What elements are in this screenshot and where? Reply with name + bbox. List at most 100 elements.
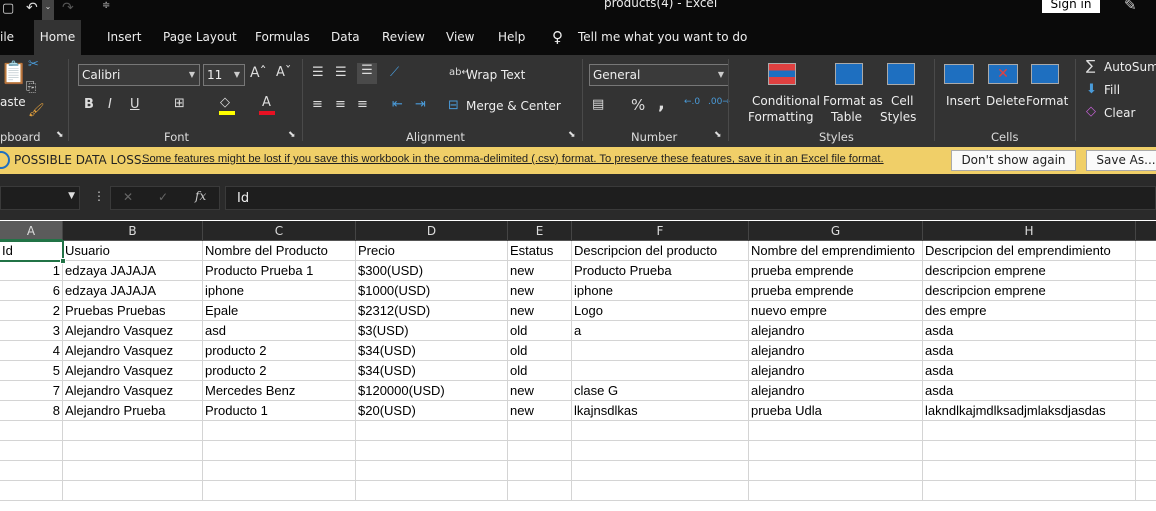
cell[interactable]: iphone (572, 281, 749, 301)
cell[interactable]: Pruebas Pruebas (63, 301, 203, 321)
cell[interactable]: new (508, 301, 572, 321)
align-middle-icon[interactable]: ☰ (335, 65, 347, 80)
cell[interactable]: 7 (0, 381, 63, 401)
number-format-select[interactable]: General ▼ (589, 64, 729, 86)
cell[interactable]: Alejandro Vasquez (63, 321, 203, 341)
cell[interactable]: 2 (0, 301, 63, 321)
dont-show-again-button[interactable]: Don't show again (951, 150, 1076, 171)
cell[interactable]: old (508, 321, 572, 341)
increase-font-icon[interactable]: Aˆ (250, 65, 267, 81)
conditional-formatting-label-1[interactable]: Conditional (752, 94, 820, 108)
column-header-b[interactable]: B (63, 221, 203, 241)
cell[interactable] (356, 461, 508, 481)
cell[interactable]: iphone (203, 281, 356, 301)
cell[interactable]: $300(USD) (356, 261, 508, 281)
cell[interactable] (63, 421, 203, 441)
tell-me-search[interactable]: Tell me what you want to do (578, 20, 747, 55)
column-header-e[interactable]: E (508, 221, 572, 241)
cell[interactable]: Usuario (63, 241, 203, 261)
conditional-formatting-label-2[interactable]: Formatting (748, 110, 814, 124)
cell[interactable]: Producto Prueba (572, 261, 749, 281)
cell[interactable]: prueba emprende (749, 281, 923, 301)
undo-dropdown[interactable]: ⌄ (42, 0, 54, 20)
cell[interactable] (0, 461, 63, 481)
more-icon[interactable]: ⋮ (93, 189, 105, 203)
banner-message-link[interactable]: Some features might be lost if you save … (142, 153, 884, 165)
cell-styles-label-1[interactable]: Cell (891, 94, 913, 108)
format-painter-icon[interactable]: 🖌 (28, 103, 45, 118)
align-top-icon[interactable]: ☰ (312, 65, 324, 80)
cell[interactable]: new (508, 381, 572, 401)
italic-button[interactable]: I (108, 97, 112, 112)
cell[interactable] (1136, 241, 1156, 261)
column-header-g[interactable]: G (749, 221, 923, 241)
format-as-table-label-2[interactable]: Table (831, 110, 862, 124)
cell[interactable] (203, 461, 356, 481)
alignment-launcher-icon[interactable]: ⬊ (568, 130, 576, 140)
tab-home[interactable]: Home (34, 20, 81, 55)
tab-view[interactable]: View (446, 20, 474, 55)
cell[interactable] (356, 441, 508, 461)
cell[interactable] (508, 441, 572, 461)
cell[interactable]: asda (923, 361, 1136, 381)
font-size-select[interactable]: 11 ▼ (203, 64, 245, 86)
cell[interactable]: clase G (572, 381, 749, 401)
cell[interactable] (749, 461, 923, 481)
cell[interactable]: Mercedes Benz (203, 381, 356, 401)
font-name-select[interactable]: Calibri ▼ (78, 64, 200, 86)
cell[interactable]: lkajnsdlkas (572, 401, 749, 421)
cell[interactable]: $34(USD) (356, 361, 508, 381)
cell[interactable] (203, 481, 356, 501)
cell[interactable]: 8 (0, 401, 63, 421)
redo-icon[interactable]: ↷ (62, 0, 74, 16)
cell[interactable]: Logo (572, 301, 749, 321)
cell[interactable] (63, 461, 203, 481)
cell[interactable]: $3(USD) (356, 321, 508, 341)
cell[interactable]: old (508, 341, 572, 361)
paste-button[interactable]: aste (0, 95, 26, 109)
cell[interactable] (572, 481, 749, 501)
cell[interactable] (572, 341, 749, 361)
fill-handle[interactable] (60, 258, 66, 264)
align-center-icon[interactable]: ≡ (335, 97, 346, 112)
cell[interactable] (356, 421, 508, 441)
wrap-text-button[interactable]: Wrap Text (466, 68, 525, 82)
cell[interactable]: descripcion emprene (923, 281, 1136, 301)
tab-help[interactable]: Help (498, 20, 525, 55)
cell[interactable] (63, 441, 203, 461)
tab-file[interactable]: ile (0, 20, 14, 55)
tab-data[interactable]: Data (331, 20, 360, 55)
cell[interactable] (63, 481, 203, 501)
font-launcher-icon[interactable]: ⬊ (288, 130, 296, 140)
cell[interactable] (923, 481, 1136, 501)
comma-button[interactable]: , (658, 93, 665, 114)
clipboard-launcher-icon[interactable]: ⬊ (56, 130, 64, 140)
cell[interactable]: asda (923, 381, 1136, 401)
format-as-table-label-1[interactable]: Format as (823, 94, 883, 108)
cell[interactable]: Alejandro Vasquez (63, 381, 203, 401)
align-left-icon[interactable]: ≡ (312, 97, 323, 112)
cell[interactable]: Epale (203, 301, 356, 321)
cell[interactable] (749, 421, 923, 441)
fill-color-icon[interactable]: ◇ (220, 95, 230, 110)
cell[interactable]: $1000(USD) (356, 281, 508, 301)
cell-styles-label-2[interactable]: Styles (880, 110, 916, 124)
cell[interactable] (923, 421, 1136, 441)
decrease-font-icon[interactable]: Aˇ (276, 65, 291, 80)
cell[interactable]: lakndlkajmdlksadjmlaksdjasdas (923, 401, 1136, 421)
cell[interactable] (1136, 341, 1156, 361)
autosum-button[interactable]: AutoSum (1104, 60, 1156, 74)
increase-indent-icon[interactable]: ⇥ (415, 97, 426, 112)
copy-icon[interactable]: ⎘ (26, 80, 36, 95)
cell[interactable]: Producto 1 (203, 401, 356, 421)
cell[interactable]: new (508, 261, 572, 281)
cell[interactable]: Id (0, 241, 63, 261)
align-bottom-icon[interactable]: ☰ (357, 63, 377, 84)
cell[interactable]: a (572, 321, 749, 341)
cell[interactable]: producto 2 (203, 361, 356, 381)
cancel-icon[interactable]: ✕ (123, 190, 133, 204)
column-header-c[interactable]: C (203, 221, 356, 241)
cell[interactable] (1136, 261, 1156, 281)
column-header-f[interactable]: F (572, 221, 749, 241)
cell[interactable]: des empre (923, 301, 1136, 321)
